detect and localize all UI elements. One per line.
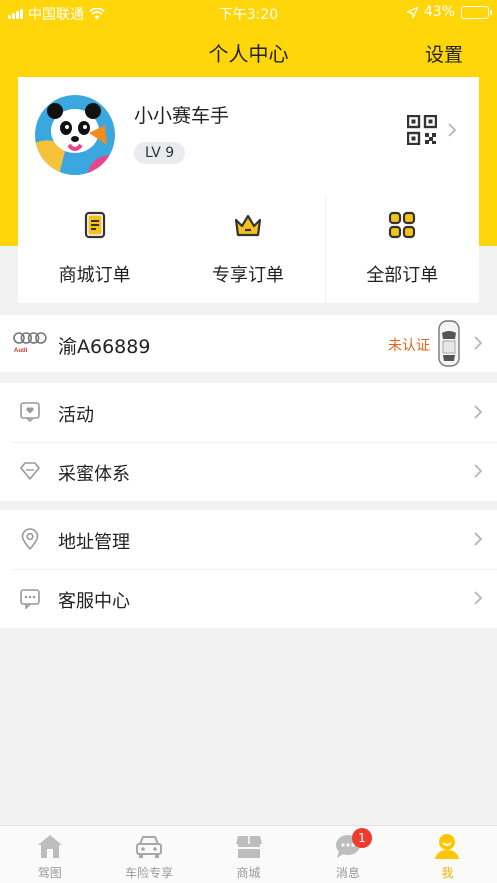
diamond-icon bbox=[20, 462, 40, 480]
menu-group-activities: 活动 采蜜体系 bbox=[0, 383, 497, 501]
tab-label: 商城 bbox=[236, 866, 261, 880]
mall-order-label: 商城订单 bbox=[58, 265, 131, 286]
menu-item-label: 客服中心 bbox=[58, 591, 130, 612]
audi-logo-icon: Audi bbox=[13, 332, 47, 354]
all-orders-button[interactable]: 全部订单 bbox=[324, 197, 479, 303]
menu-item-address[interactable]: 地址管理 bbox=[0, 510, 497, 569]
tab-car-insurance[interactable]: 车险专享 bbox=[99, 826, 198, 883]
tab-store[interactable]: 商城 bbox=[199, 826, 298, 883]
crown-icon bbox=[234, 214, 262, 237]
page-title: 个人中心 bbox=[208, 42, 289, 66]
audi-logo-text: Audi bbox=[14, 348, 28, 354]
activity-icon bbox=[20, 402, 40, 423]
location-arrow-icon bbox=[406, 6, 418, 18]
panda-avatar-image bbox=[35, 95, 115, 175]
chevron-right-icon bbox=[448, 123, 457, 137]
settings-button[interactable]: 设置 bbox=[425, 40, 463, 67]
avatar[interactable] bbox=[35, 95, 115, 175]
mall-order-button[interactable]: 商城订单 bbox=[18, 197, 171, 303]
tab-me[interactable]: 我 bbox=[398, 826, 497, 883]
menu-group-service: 地址管理 客服中心 bbox=[0, 510, 497, 628]
menu-item-honey-system[interactable]: 采蜜体系 bbox=[0, 442, 497, 501]
tab-messages[interactable]: 1 消息 bbox=[298, 826, 397, 883]
chat-bubble-icon bbox=[20, 589, 40, 609]
menu-item-activity[interactable]: 活动 bbox=[0, 383, 497, 442]
tab-label: 驾图 bbox=[37, 866, 62, 880]
menu-item-label: 地址管理 bbox=[58, 532, 130, 553]
menu-item-label: 活动 bbox=[58, 405, 94, 426]
tab-label: 我 bbox=[441, 866, 454, 880]
store-icon bbox=[235, 836, 262, 858]
vehicle-row[interactable]: Audi 渝A66889 未认证 bbox=[0, 315, 497, 372]
battery-icon bbox=[461, 5, 492, 19]
license-plate: 渝A66889 bbox=[58, 336, 151, 358]
chevron-right-icon bbox=[474, 591, 483, 605]
profile-card[interactable]: 小小赛车手 LV 9 bbox=[18, 77, 479, 197]
qr-code-button[interactable] bbox=[407, 115, 457, 145]
tab-label: 消息 bbox=[335, 866, 360, 880]
navigation-bar: 个人中心 设置 bbox=[0, 26, 497, 76]
menu-item-customer-service[interactable]: 客服中心 bbox=[0, 569, 497, 628]
status-bar: 中国联通 下午3:20 43% bbox=[0, 0, 497, 26]
orders-row: 商城订单 专享订单 全部订单 bbox=[18, 197, 479, 303]
username: 小小赛车手 bbox=[134, 105, 230, 127]
car-icon bbox=[136, 836, 163, 858]
mall-order-icon bbox=[84, 211, 105, 239]
certification-status: 未认证 bbox=[388, 338, 430, 354]
menu-item-label: 采蜜体系 bbox=[58, 464, 130, 485]
battery-percent: 43% bbox=[423, 4, 455, 20]
grid-icon bbox=[389, 211, 416, 239]
chevron-right-icon bbox=[474, 464, 483, 478]
all-orders-label: 全部订单 bbox=[366, 265, 439, 286]
car-topview-icon bbox=[438, 320, 460, 367]
exclusive-order-button[interactable]: 专享订单 bbox=[171, 197, 324, 303]
tab-home[interactable]: 驾图 bbox=[0, 826, 99, 883]
exclusive-order-label: 专享订单 bbox=[211, 265, 284, 286]
qr-code-icon bbox=[407, 115, 437, 145]
tab-bar: 驾图 车险专享 商城 1 消息 我 bbox=[0, 825, 497, 883]
chevron-right-icon bbox=[474, 405, 483, 419]
chevron-right-icon bbox=[474, 336, 483, 350]
profile-icon bbox=[435, 834, 460, 859]
tab-label: 车险专享 bbox=[125, 866, 174, 880]
status-right: 43% bbox=[406, 4, 492, 20]
level-badge: LV 9 bbox=[134, 142, 186, 164]
chevron-right-icon bbox=[474, 532, 483, 546]
location-pin-icon bbox=[21, 528, 39, 550]
unread-badge: 1 bbox=[351, 828, 372, 848]
home-icon bbox=[37, 835, 62, 858]
